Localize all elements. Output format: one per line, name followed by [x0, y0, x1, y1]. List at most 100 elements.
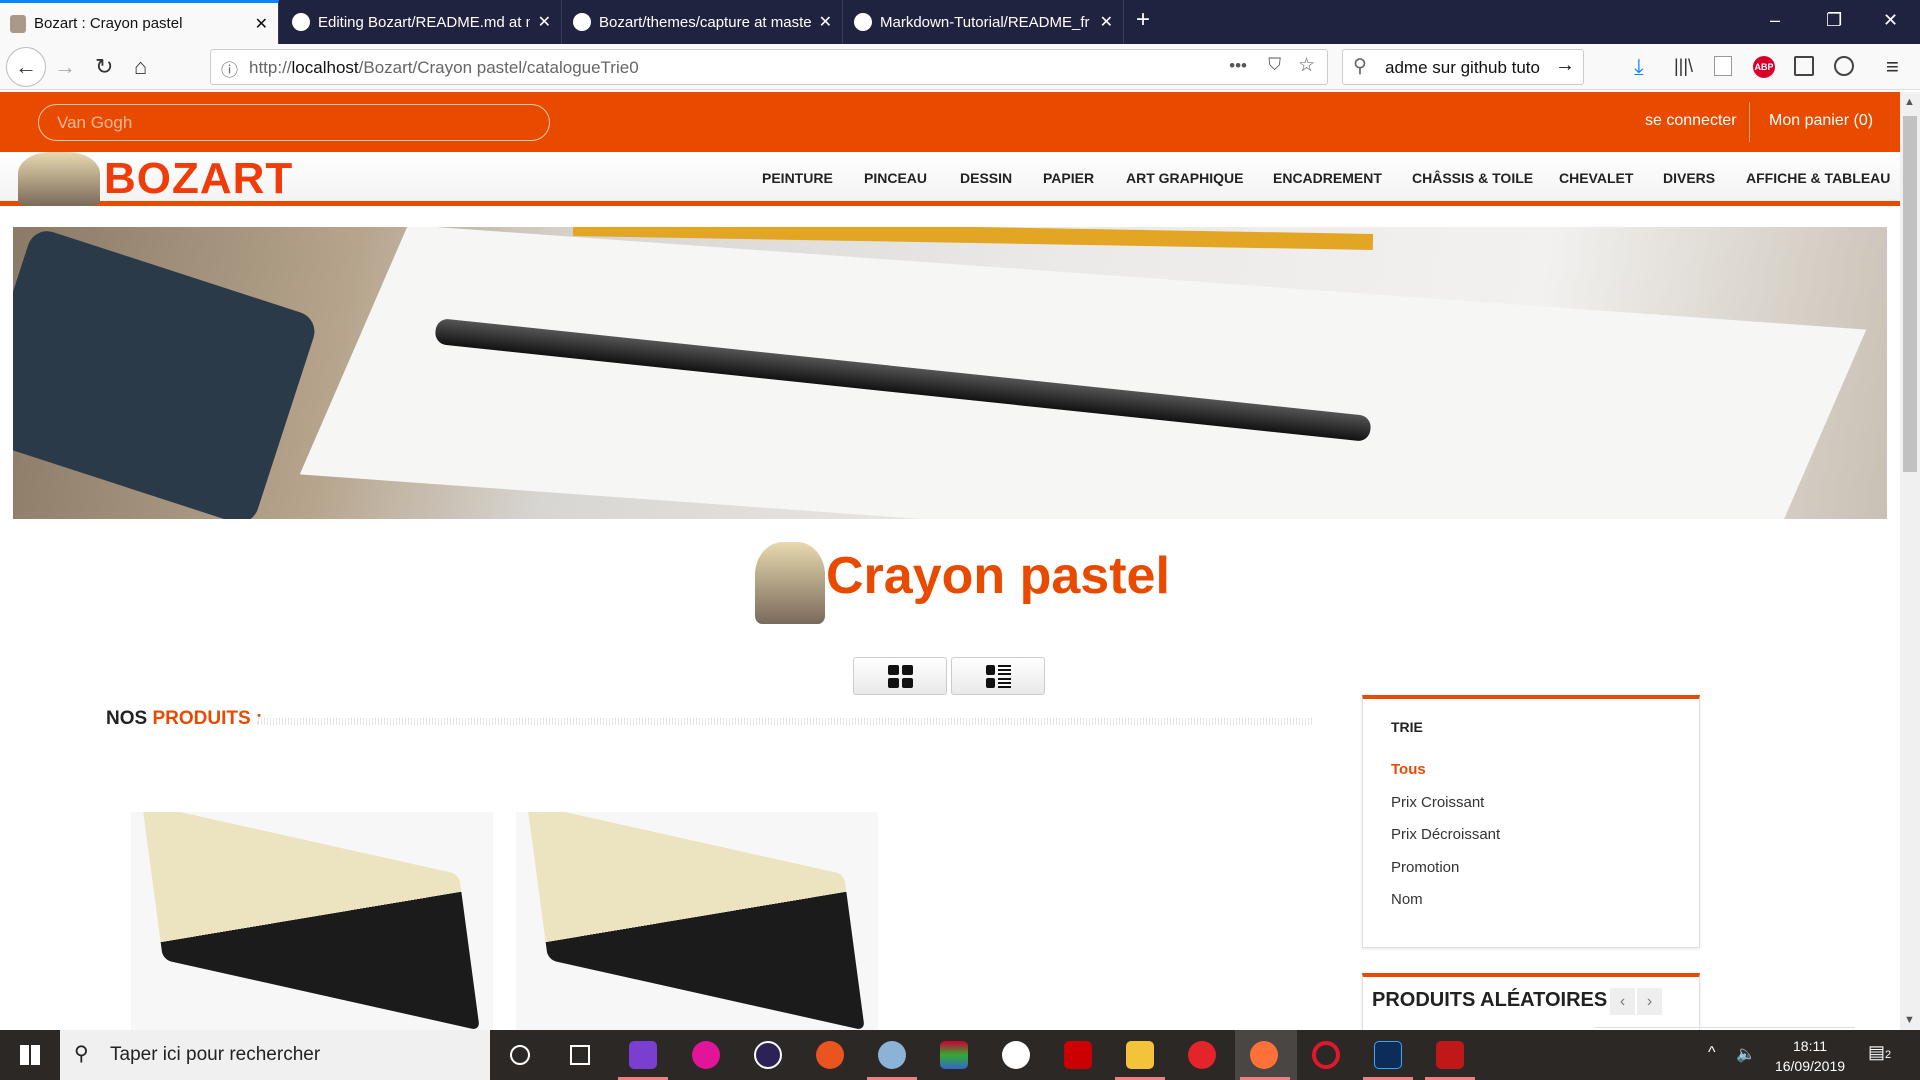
sort-promotion[interactable]: Promotion [1391, 859, 1459, 876]
tab-markdown-tutorial[interactable]: Markdown-Tutorial/README_fr ✕ [844, 0, 1124, 44]
minimize-button[interactable]: – [1770, 10, 1780, 31]
back-button[interactable]: ← [6, 47, 46, 87]
grid-view-button[interactable] [853, 657, 947, 695]
mascot-favicon-icon [10, 14, 26, 33]
menu-hamburger-icon[interactable]: ≡ [1886, 54, 1899, 80]
product-image [527, 812, 865, 1030]
paint-icon[interactable] [878, 1041, 906, 1069]
notifications-icon[interactable]: ▤2 [1868, 1042, 1891, 1063]
product-card[interactable] [131, 812, 493, 1030]
close-tab-icon[interactable]: ✕ [1100, 12, 1113, 32]
photoshop-icon[interactable] [1374, 1041, 1402, 1069]
mcafee-icon[interactable] [1436, 1041, 1464, 1069]
task-view-icon[interactable] [570, 1045, 590, 1065]
close-tab-icon[interactable]: ✕ [819, 12, 832, 32]
go-arrow-icon[interactable]: → [1555, 54, 1575, 77]
bookmark-star-icon[interactable]: ☆ [1298, 54, 1315, 77]
phpstorm-icon[interactable] [629, 1041, 657, 1069]
adblock-plus-icon[interactable]: ABP [1753, 56, 1775, 78]
divider [1749, 102, 1750, 142]
mcafee-extension-icon[interactable] [1714, 56, 1732, 76]
close-tab-icon[interactable]: ✕ [538, 12, 551, 32]
list-view-button[interactable] [951, 657, 1045, 695]
tab-themes-capture[interactable]: Bozart/themes/capture at master ✕ [563, 0, 843, 44]
cart-link[interactable]: Mon panier (0) [1769, 112, 1873, 130]
volume-icon[interactable]: 🔈 [1736, 1044, 1756, 1064]
random-products-panel: PRODUITS ALÉATOIRES ‹ › [1362, 973, 1855, 1033]
scroll-down-icon[interactable]: ▼ [1904, 1014, 1915, 1026]
pocket-icon[interactable]: ⛉ [1268, 55, 1281, 75]
menu-encadrement[interactable]: ENCADREMENT [1273, 170, 1382, 186]
scrollbar-thumb[interactable] [1903, 116, 1917, 472]
sidebar-icon[interactable] [1794, 56, 1814, 76]
file-explorer-icon[interactable] [1126, 1041, 1154, 1069]
menu-art-graphique[interactable]: ART GRAPHIQUE [1126, 170, 1243, 186]
close-window-button[interactable]: ✕ [1883, 10, 1898, 31]
menu-papier[interactable]: PAPIER [1043, 170, 1094, 186]
github-icon [292, 13, 310, 31]
winrar-icon[interactable] [940, 1041, 968, 1069]
bozart-logo[interactable]: BOZART [104, 154, 293, 204]
acrobat-icon[interactable] [1064, 1041, 1092, 1069]
site-search-input[interactable]: Van Gogh [38, 104, 550, 141]
tablet-image [13, 227, 320, 519]
previous-arrow-button[interactable]: ‹ [1610, 988, 1635, 1015]
downloads-icon[interactable]: ⤓ [1634, 54, 1644, 80]
reload-button[interactable]: ↻ [95, 54, 113, 80]
restore-button[interactable]: ❐ [1826, 10, 1842, 31]
ubuntu-icon[interactable] [816, 1041, 844, 1069]
new-tab-button[interactable]: + [1136, 6, 1150, 34]
tab-editing-readme[interactable]: Editing Bozart/README.md at master✕ [282, 0, 562, 44]
forward-button[interactable]: → [54, 54, 76, 80]
hero-banner-image [13, 227, 1887, 519]
bozart-mascot-logo[interactable] [18, 152, 100, 206]
next-arrow-button[interactable]: › [1637, 988, 1662, 1015]
menu-affiche-tableau[interactable]: AFFICHE & TABLEAU [1746, 170, 1890, 186]
navigation-toolbar: ← → ↻ ⌂ ⓘ http://localhost/Bozart/Crayon … [0, 44, 1920, 90]
sort-panel: TRIE Tous Prix Croissant Prix Décroissan… [1362, 695, 1700, 948]
scroll-up-icon[interactable]: ▲ [1904, 96, 1915, 108]
windows-taskbar: ⚲ Taper ici pour rechercher ^ 🔈 18:11 16/0… [0, 1030, 1920, 1080]
account-icon[interactable] [1834, 56, 1854, 76]
taskbar-search[interactable]: ⚲ Taper ici pour rechercher [60, 1030, 490, 1080]
sort-price-asc[interactable]: Prix Croissant [1391, 794, 1484, 811]
smiley-app-icon[interactable] [1002, 1041, 1030, 1069]
wamp-icon[interactable] [692, 1041, 720, 1069]
sort-name[interactable]: Nom [1391, 891, 1423, 908]
page-actions-icon[interactable]: ••• [1229, 56, 1247, 76]
menu-divers[interactable]: DIVERS [1663, 170, 1715, 186]
home-button[interactable]: ⌂ [134, 54, 147, 80]
search-bar[interactable]: ⚲ adme sur github tuto → [1342, 49, 1584, 85]
library-icon[interactable]: |||\ [1674, 56, 1693, 77]
vivaldi-icon[interactable] [1188, 1041, 1216, 1069]
search-icon: ⚲ [1353, 56, 1367, 77]
search-icon: ⚲ [74, 1043, 89, 1065]
menu-chassis-toile[interactable]: CHÂSSIS & TOILE [1412, 170, 1533, 186]
tab-bozart[interactable]: Bozart : Crayon pastel ✕ [0, 0, 279, 44]
menu-dessin[interactable]: DESSIN [960, 170, 1012, 186]
product-image [142, 812, 480, 1030]
clock[interactable]: 18:11 16/09/2019 [1770, 1036, 1850, 1076]
paper-image [299, 227, 1867, 519]
opera-icon[interactable] [1312, 1041, 1340, 1069]
windows-start-icon[interactable] [20, 1045, 40, 1065]
menu-peinture[interactable]: PEINTURE [762, 170, 833, 186]
menu-pinceau[interactable]: PINCEAU [864, 170, 927, 186]
site-top-bar: Van Gogh se connecter Mon panier (0) [0, 92, 1900, 152]
product-card[interactable] [516, 812, 878, 1030]
close-tab-icon[interactable]: ✕ [255, 14, 268, 34]
login-link[interactable]: se connecter [1645, 112, 1737, 130]
page-mascot-icon [755, 542, 825, 624]
firefox-icon[interactable] [1250, 1041, 1278, 1069]
menu-chevalet[interactable]: CHEVALET [1559, 170, 1633, 186]
sort-price-desc[interactable]: Prix Décroissant [1391, 826, 1500, 843]
sort-title: TRIE [1391, 719, 1423, 735]
eclipse-icon[interactable] [754, 1041, 782, 1069]
page-title: Crayon pastel [826, 547, 1170, 605]
sort-all[interactable]: Tous [1391, 761, 1426, 778]
show-hidden-icons[interactable]: ^ [1708, 1044, 1716, 1062]
grid-icon [887, 664, 913, 688]
page-scrollbar[interactable]: ▲ ▼ [1900, 92, 1920, 1030]
url-bar[interactable]: ⓘ http://localhost/Bozart/Crayon pastel/c… [210, 49, 1328, 85]
cortana-icon[interactable] [510, 1045, 530, 1065]
